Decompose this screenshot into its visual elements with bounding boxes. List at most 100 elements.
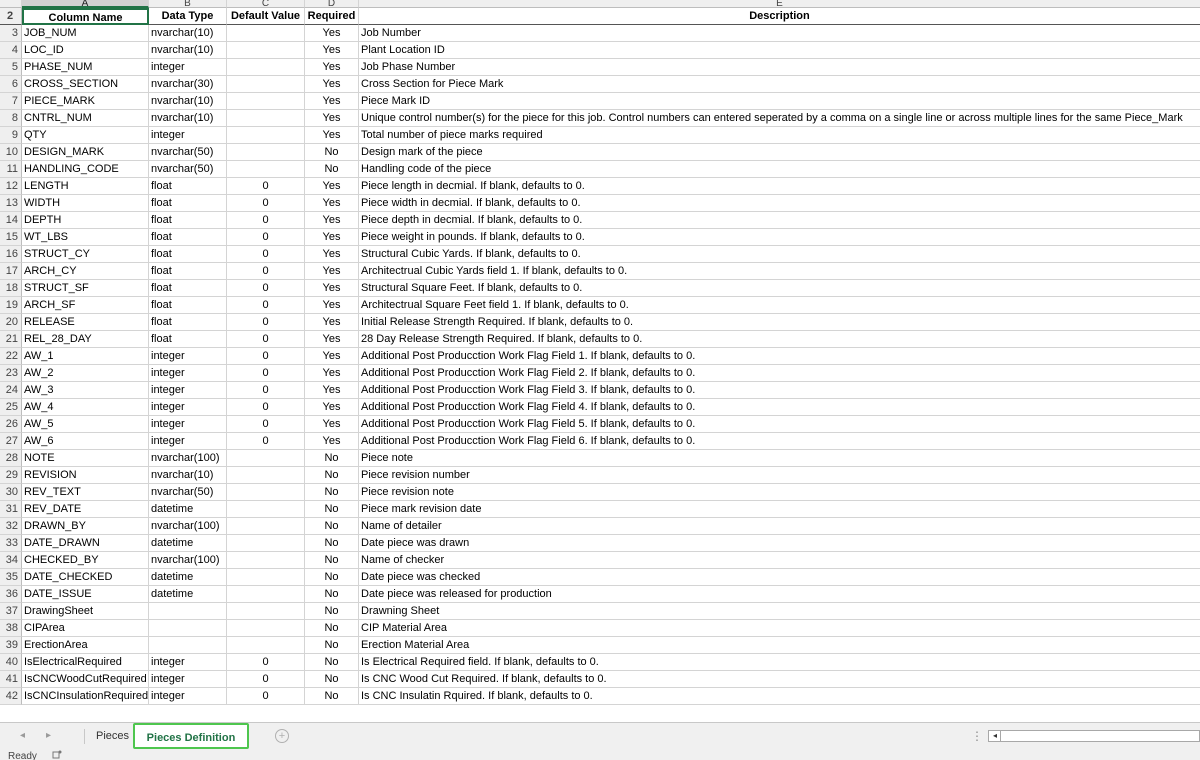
cell-default-value[interactable] [227,450,305,467]
row-number[interactable]: 16 [0,246,22,263]
cell-default-value[interactable]: 0 [227,671,305,688]
row-number[interactable]: 13 [0,195,22,212]
cell-default-value[interactable] [227,603,305,620]
cell-default-value[interactable] [227,144,305,161]
cell-required[interactable]: Yes [305,76,359,93]
cell-column-name[interactable]: IsCNCInsulationRequired [22,688,149,705]
cell-data-type[interactable]: integer [149,348,227,365]
cell-description[interactable]: Cross Section for Piece Mark [359,76,1200,93]
cell-required[interactable]: No [305,637,359,654]
column-header-b[interactable]: B [149,0,227,9]
more-options-icon[interactable]: ⋮ [971,729,983,743]
cell-column-name[interactable]: REL_28_DAY [22,331,149,348]
row-number[interactable]: 36 [0,586,22,603]
scroll-tabs-left-button[interactable]: ◂ [20,730,25,741]
cell-data-type[interactable]: nvarchar(10) [149,110,227,127]
cell-data-type[interactable] [149,603,227,620]
cell-data-type[interactable]: float [149,331,227,348]
cell-description[interactable]: Job Phase Number [359,59,1200,76]
cell-description[interactable]: Additional Post Producction Work Flag Fi… [359,416,1200,433]
column-header-c[interactable]: C [227,0,305,9]
row-number[interactable]: 39 [0,637,22,654]
cell-data-type[interactable]: integer [149,433,227,450]
cell-required[interactable]: Yes [305,416,359,433]
cell-column-name[interactable]: AW_2 [22,365,149,382]
cell-default-value[interactable]: 0 [227,229,305,246]
cell-column-name[interactable]: CROSS_SECTION [22,76,149,93]
cell-default-value[interactable] [227,25,305,42]
row-number[interactable]: 18 [0,280,22,297]
cell-required[interactable]: No [305,620,359,637]
cell-default-value[interactable]: 0 [227,654,305,671]
cell-description[interactable]: CIP Material Area [359,620,1200,637]
cell-description[interactable]: Structural Cubic Yards. If blank, defaul… [359,246,1200,263]
cell-default-value[interactable]: 0 [227,212,305,229]
cell-description[interactable]: Piece width in decmial. If blank, defaul… [359,195,1200,212]
cell-description[interactable]: Initial Release Strength Required. If bl… [359,314,1200,331]
row-number[interactable]: 24 [0,382,22,399]
macro-recorder-icon[interactable] [52,750,62,760]
cell-description[interactable]: Piece revision number [359,467,1200,484]
cell-description[interactable]: Is CNC Insulatin Rquired. If blank, defa… [359,688,1200,705]
cell-description[interactable]: Unique control number(s) for the piece f… [359,110,1200,127]
cell-default-value[interactable] [227,501,305,518]
cell-default-value[interactable]: 0 [227,348,305,365]
cell-description[interactable]: Erection Material Area [359,637,1200,654]
cell-default-value[interactable]: 0 [227,263,305,280]
row-number[interactable]: 25 [0,399,22,416]
cell-required[interactable]: No [305,518,359,535]
cell-description[interactable]: Name of checker [359,552,1200,569]
cell-default-value[interactable] [227,569,305,586]
row-number[interactable]: 40 [0,654,22,671]
cell-required[interactable]: Yes [305,280,359,297]
cell-description[interactable]: Drawning Sheet [359,603,1200,620]
scroll-tabs-right-button[interactable]: ▸ [46,730,51,741]
cell-description[interactable]: Job Number [359,25,1200,42]
cell-column-name[interactable]: AW_3 [22,382,149,399]
row-number[interactable]: 22 [0,348,22,365]
cell-data-type[interactable]: nvarchar(100) [149,450,227,467]
header-cell-column-name[interactable]: Column Name [22,8,149,25]
row-number[interactable]: 42 [0,688,22,705]
cell-data-type[interactable]: integer [149,671,227,688]
cell-data-type[interactable]: integer [149,399,227,416]
cell-default-value[interactable] [227,59,305,76]
cell-default-value[interactable]: 0 [227,178,305,195]
cell-default-value[interactable]: 0 [227,416,305,433]
cell-default-value[interactable] [227,552,305,569]
cell-description[interactable]: Handling code of the piece [359,161,1200,178]
cell-description[interactable]: Piece note [359,450,1200,467]
cell-column-name[interactable]: DATE_CHECKED [22,569,149,586]
cell-data-type[interactable]: float [149,212,227,229]
cell-required[interactable]: Yes [305,110,359,127]
cell-description[interactable]: Piece Mark ID [359,93,1200,110]
cell-data-type[interactable]: nvarchar(50) [149,484,227,501]
cell-column-name[interactable]: DESIGN_MARK [22,144,149,161]
cell-required[interactable]: Yes [305,229,359,246]
row-number[interactable]: 12 [0,178,22,195]
cell-required[interactable]: Yes [305,433,359,450]
cell-required[interactable]: No [305,467,359,484]
cell-column-name[interactable]: JOB_NUM [22,25,149,42]
cell-description[interactable]: Additional Post Producction Work Flag Fi… [359,348,1200,365]
row-number[interactable]: 27 [0,433,22,450]
cell-default-value[interactable] [227,535,305,552]
cell-required[interactable]: No [305,535,359,552]
scroll-left-arrow-icon[interactable]: ◂ [990,731,1001,741]
cell-default-value[interactable] [227,637,305,654]
cell-data-type[interactable]: integer [149,382,227,399]
row-number[interactable]: 6 [0,76,22,93]
row-number[interactable]: 38 [0,620,22,637]
cell-column-name[interactable]: LOC_ID [22,42,149,59]
cell-data-type[interactable]: nvarchar(50) [149,144,227,161]
cell-column-name[interactable]: DrawingSheet [22,603,149,620]
header-cell-default-value[interactable]: Default Value [227,8,305,25]
cell-required[interactable]: No [305,569,359,586]
cell-column-name[interactable]: QTY [22,127,149,144]
cell-data-type[interactable]: nvarchar(10) [149,93,227,110]
cell-column-name[interactable]: AW_4 [22,399,149,416]
cell-data-type[interactable]: float [149,280,227,297]
cell-description[interactable]: Design mark of the piece [359,144,1200,161]
row-number[interactable]: 28 [0,450,22,467]
row-number[interactable]: 3 [0,25,22,42]
